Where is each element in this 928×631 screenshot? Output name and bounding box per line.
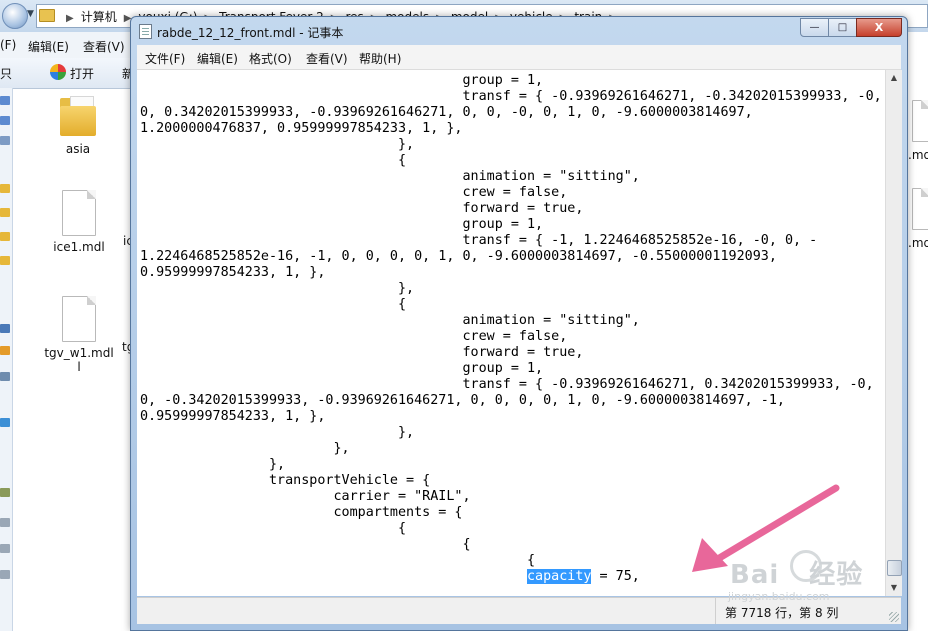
drive-icon[interactable] — [0, 544, 10, 553]
code-line[interactable]: forward = true, — [140, 345, 882, 361]
vertical-scrollbar[interactable]: ▲ ▼ — [885, 70, 902, 596]
menu-format[interactable]: 格式(O) — [249, 50, 292, 67]
nav-icon[interactable] — [0, 116, 10, 125]
drive-icon[interactable] — [0, 518, 10, 527]
toolbar-item[interactable]: 只 — [0, 65, 12, 82]
file-label-wrap: l — [77, 360, 81, 374]
code-line[interactable]: 1.2246468525852e-16, -1, 0, 0, 0, 0, 1, … — [140, 249, 882, 265]
file-item-tgv-w1[interactable]: tgv_w1.mdl l — [42, 296, 116, 374]
folder-icon[interactable] — [0, 208, 10, 217]
code-line[interactable]: 0, -0.34202015399933, -0.93969261646271,… — [140, 393, 882, 409]
menu-file[interactable]: 文件(F) — [145, 50, 185, 67]
code-line[interactable]: forward = true, — [140, 201, 882, 217]
code-line[interactable]: }, — [140, 441, 882, 457]
file-label: ice1.mdl — [53, 240, 105, 254]
breadcrumb-item[interactable]: 计算机 — [81, 10, 117, 24]
close-button[interactable]: X — [856, 18, 902, 37]
code-line[interactable]: transf = { -0.93969261646271, 0.34202015… — [140, 377, 882, 393]
code-line[interactable]: crew = false, — [140, 185, 882, 201]
music-icon[interactable] — [0, 418, 10, 427]
code-line[interactable]: 0.95999997854233, 1, }, — [140, 265, 882, 281]
computer-icon[interactable] — [0, 324, 10, 333]
folder-icon — [58, 94, 98, 138]
explorer-right-edge: .md .md — [906, 32, 928, 631]
code-line[interactable]: 0.95999997854233, 1, }, — [140, 409, 882, 425]
file-item-ice1[interactable]: ice1.mdl — [48, 190, 110, 254]
folder-icon — [39, 9, 55, 22]
capacity-value: = 75, — [591, 569, 640, 584]
code-line[interactable]: }, — [140, 281, 882, 297]
window-title: rabde_12_12_front.mdl - 记事本 — [157, 26, 344, 40]
code-line[interactable]: transf = { -1, 1.2246468525852e-16, -0, … — [140, 233, 882, 249]
menu-view[interactable]: 查看(V) — [83, 38, 125, 55]
code-line[interactable]: 0, 0.34202015399933, -0.93969261646271, … — [140, 105, 882, 121]
code-line[interactable]: 1.2000000476837, 0.95999997854233, 1, }, — [140, 121, 882, 137]
file-icon[interactable] — [912, 188, 928, 230]
watermark-brand: Bai 经验 — [730, 560, 864, 590]
code-line[interactable]: carrier = "RAIL", — [140, 489, 882, 505]
folder-icon[interactable] — [0, 184, 10, 193]
open-with-icon — [50, 64, 66, 80]
folder-icon[interactable] — [0, 256, 10, 265]
cursor-position: 第 7718 行，第 8 列 — [725, 606, 839, 620]
code-line[interactable]: group = 1, — [140, 73, 882, 89]
code-line[interactable]: group = 1, — [140, 217, 882, 233]
resize-grip-icon[interactable] — [889, 612, 899, 622]
code-line[interactable]: compartments = { — [140, 505, 882, 521]
chevron-down-icon[interactable]: ▼ — [27, 9, 34, 19]
folder-icon[interactable] — [0, 232, 10, 241]
code-line[interactable]: crew = false, — [140, 329, 882, 345]
file-label-partial[interactable]: .md — [908, 236, 928, 250]
minimize-button[interactable]: — — [800, 18, 829, 37]
open-button[interactable]: 打开 — [70, 65, 94, 82]
menu-file[interactable]: (F) — [0, 38, 16, 52]
code-line[interactable]: { — [140, 153, 882, 169]
menu-view[interactable]: 查看(V) — [306, 50, 348, 67]
file-label-partial[interactable]: .md — [908, 148, 928, 162]
drive-icon[interactable] — [0, 570, 10, 579]
notepad-menubar: 文件(F) 编辑(E) 格式(O) 查看(V) 帮助(H) — [137, 45, 901, 70]
scroll-down-arrow-icon[interactable]: ▼ — [886, 580, 902, 596]
notepad-icon — [139, 24, 152, 39]
nav-icon[interactable] — [0, 96, 10, 105]
file-label: tgv_w1.mdl — [44, 346, 114, 360]
scroll-thumb[interactable] — [887, 560, 902, 576]
code-line[interactable]: animation = "sitting", — [140, 169, 882, 185]
code-line[interactable]: group = 1, — [140, 361, 882, 377]
nav-icon[interactable] — [0, 136, 10, 145]
code-line[interactable]: }, — [140, 425, 882, 441]
code-line[interactable]: }, — [140, 137, 882, 153]
menu-edit[interactable]: 编辑(E) — [197, 50, 238, 67]
drive-icon[interactable] — [0, 346, 10, 355]
back-button[interactable] — [2, 3, 28, 29]
drive-icon[interactable] — [0, 372, 10, 381]
menu-edit[interactable]: 编辑(E) — [28, 38, 69, 55]
maximize-button[interactable]: □ — [828, 18, 857, 37]
text-editor[interactable]: group = 1, transf = { -0.93969261646271,… — [137, 70, 885, 596]
navigation-pane[interactable] — [0, 88, 13, 631]
notepad-window[interactable]: rabde_12_12_front.mdl - 记事本 — □ X 文件(F) … — [130, 16, 908, 631]
watermark-url: jingyan.baidu.com — [728, 590, 830, 603]
file-icon[interactable] — [912, 100, 928, 142]
code-line[interactable]: { — [140, 537, 882, 553]
drive-icon[interactable] — [0, 488, 10, 497]
file-icon — [62, 190, 96, 236]
caption-buttons: — □ X — [800, 18, 902, 37]
selected-text[interactable]: capacity — [526, 569, 592, 584]
code-line[interactable]: { — [140, 297, 882, 313]
file-item-asia[interactable]: asia — [50, 94, 106, 156]
editor-content[interactable]: group = 1, transf = { -0.93969261646271,… — [140, 73, 882, 585]
code-line[interactable]: }, — [140, 457, 882, 473]
file-label: asia — [65, 142, 91, 156]
status-left-pane — [137, 598, 716, 624]
code-line[interactable]: { — [140, 521, 882, 537]
scroll-up-arrow-icon[interactable]: ▲ — [886, 70, 902, 86]
code-line[interactable]: transportVehicle = { — [140, 473, 882, 489]
code-line[interactable]: transf = { -0.93969261646271, -0.3420201… — [140, 89, 881, 105]
code-line[interactable]: animation = "sitting", — [140, 313, 882, 329]
menu-help[interactable]: 帮助(H) — [359, 50, 401, 67]
title-bar[interactable]: rabde_12_12_front.mdl - 记事本 — □ X — [131, 17, 907, 45]
file-icon — [62, 296, 96, 342]
